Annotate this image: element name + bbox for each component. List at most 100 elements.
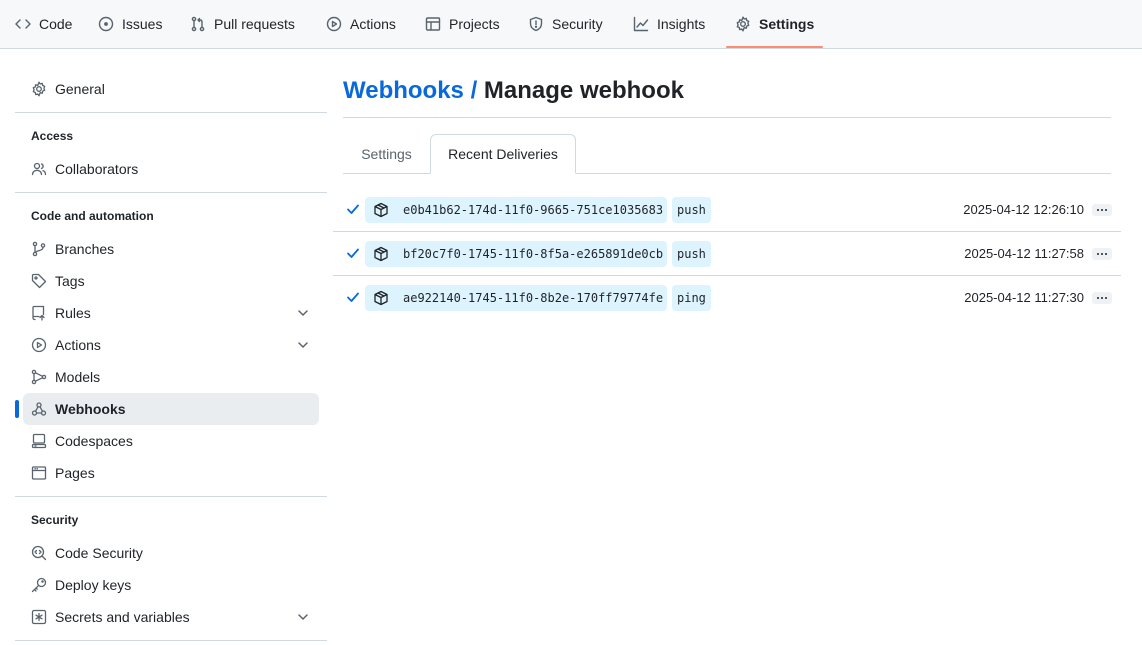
tab-insights[interactable]: Insights: [633, 0, 705, 48]
sidebar-item-general[interactable]: General: [23, 73, 319, 105]
code-icon: [15, 19, 31, 29]
kebab-dot: [1105, 209, 1107, 211]
sidebar-item-label: Branches: [55, 241, 115, 257]
sidebar-item-codespaces[interactable]: Codespaces: [23, 425, 319, 457]
chevron-down-icon: [298, 342, 308, 348]
tab-pull-requests[interactable]: Pull requests: [190, 0, 295, 48]
tab-settings[interactable]: Settings: [735, 0, 814, 48]
sidebar-item-pages[interactable]: Pages: [23, 457, 319, 489]
sidebar-item-label: Secrets and variables: [55, 609, 190, 625]
delivery-guid-badge[interactable]: bf20c7f0-1745-11f0-8f5a-e265891de0cb: [365, 241, 668, 267]
page-title: Webhooks / Manage webhook: [343, 77, 684, 105]
kebab-dot: [1101, 297, 1103, 299]
sidebar-divider: [15, 640, 327, 641]
codescan-icon: [31, 545, 47, 561]
tab-webhook-settings[interactable]: Settings: [343, 134, 430, 174]
sidebar-heading-automation: Code and automation: [31, 209, 154, 223]
delivery-row[interactable]: bf20c7f0-1745-11f0-8f5a-e265891de0cb pus…: [333, 232, 1121, 276]
sidebar-item-actions[interactable]: Actions: [23, 329, 319, 361]
play-icon: [326, 16, 342, 32]
package-icon: [374, 290, 388, 306]
kebab-dot: [1101, 209, 1103, 211]
delivery-guid-badge[interactable]: ae922140-1745-11f0-8b2e-170ff79774fe: [365, 285, 668, 311]
chevron-down-icon: [298, 310, 308, 316]
sidebar-item-branches[interactable]: Branches: [23, 233, 319, 265]
delivery-event-badge: push: [672, 197, 711, 223]
tag-icon: [31, 273, 47, 289]
issue-opened-icon: [98, 16, 114, 32]
delivery-row[interactable]: ae922140-1745-11f0-8b2e-170ff79774fe pin…: [333, 276, 1121, 320]
repo-nav: Code Issues Pull requests Actions Projec…: [0, 0, 1142, 49]
repo-push-icon: [32, 305, 45, 321]
sidebar-divider: [15, 496, 327, 497]
tab-issues[interactable]: Issues: [98, 0, 162, 48]
kebab-dot: [1097, 209, 1099, 211]
kebab-dot: [1097, 253, 1099, 255]
key-asterisk-icon: [31, 609, 47, 625]
sidebar-item-secrets[interactable]: Secrets and variables: [23, 601, 319, 633]
sidebar-item-label: Collaborators: [55, 161, 139, 177]
delivery-guid-badge[interactable]: e0b41b62-174d-11f0-9665-751ce1035683: [365, 197, 668, 223]
sidebar-item-rules[interactable]: Rules: [23, 297, 319, 329]
ai-model-icon: [31, 369, 47, 385]
git-branch-icon: [32, 241, 46, 257]
kebab-dot: [1101, 253, 1103, 255]
page-title-text: Manage webhook: [483, 77, 684, 104]
sidebar-item-label: Actions: [55, 337, 101, 353]
sidebar-item-label: Deploy keys: [55, 577, 132, 593]
package-icon: [374, 246, 388, 262]
table-icon: [425, 17, 441, 31]
tab-recent-deliveries[interactable]: Recent Deliveries: [430, 134, 576, 174]
delivery-event-badge: ping: [672, 285, 711, 311]
kebab-dot: [1097, 297, 1099, 299]
sidebar-divider: [15, 192, 327, 193]
delivery-event-badge: push: [672, 241, 711, 267]
sidebar-item-webhooks[interactable]: Webhooks: [23, 393, 319, 425]
delivery-timestamp: 2025-04-12 12:26:10: [963, 202, 1084, 217]
delivery-row[interactable]: e0b41b62-174d-11f0-9665-751ce1035683 pus…: [333, 188, 1121, 232]
codespaces-icon: [31, 433, 47, 449]
breadcrumb-webhooks[interactable]: Webhooks /: [343, 77, 477, 104]
more-options-button[interactable]: [1092, 248, 1112, 260]
kebab-dot: [1105, 253, 1107, 255]
git-pull-request-icon: [191, 16, 205, 32]
sidebar-item-deploy-keys[interactable]: Deploy keys: [23, 569, 319, 601]
browser-icon: [31, 466, 47, 480]
sidebar-item-label: Tags: [55, 273, 85, 289]
webhook-icon: [31, 402, 47, 416]
sidebar-item-label: Models: [55, 369, 101, 385]
gear-icon: [736, 16, 750, 32]
title-divider: [343, 117, 1111, 118]
tab-actions[interactable]: Actions: [326, 0, 396, 48]
sidebar-item-code-security[interactable]: Code Security: [23, 537, 319, 569]
sidebar-heading-access: Access: [31, 129, 74, 143]
people-icon: [31, 162, 47, 176]
package-icon: [374, 202, 388, 218]
sidebar-item-label: Code Security: [55, 545, 143, 561]
delivery-guid: bf20c7f0-1745-11f0-8f5a-e265891de0cb: [403, 247, 664, 261]
sidebar-item-models[interactable]: Models: [23, 361, 319, 393]
delivery-guid: ae922140-1745-11f0-8b2e-170ff79774fe: [403, 291, 664, 305]
more-options-button[interactable]: [1092, 204, 1112, 216]
sidebar-item-label: General: [55, 81, 105, 97]
active-tab-underline: [726, 46, 823, 48]
key-icon: [31, 577, 47, 593]
sidebar-item-label: Pages: [55, 465, 95, 481]
tab-security[interactable]: Security: [528, 0, 603, 48]
kebab-dot: [1105, 297, 1107, 299]
sidebar-item-label: Codespaces: [55, 433, 133, 449]
sidebar-item-collaborators[interactable]: Collaborators: [23, 153, 319, 185]
more-options-button[interactable]: [1092, 292, 1112, 304]
tab-code[interactable]: Code: [15, 0, 72, 48]
delivery-timestamp: 2025-04-12 11:27:30: [964, 290, 1084, 305]
graph-icon: [633, 16, 649, 32]
sidebar-divider: [15, 112, 327, 113]
active-item-indicator: [15, 400, 19, 418]
play-icon: [31, 337, 47, 353]
delivery-guid: e0b41b62-174d-11f0-9665-751ce1035683: [403, 203, 664, 217]
check-icon: [347, 292, 359, 302]
sidebar-item-tags[interactable]: Tags: [23, 265, 319, 297]
gear-icon: [32, 81, 46, 97]
tab-projects[interactable]: Projects: [425, 0, 500, 48]
sidebar-item-label: Webhooks: [55, 401, 126, 417]
